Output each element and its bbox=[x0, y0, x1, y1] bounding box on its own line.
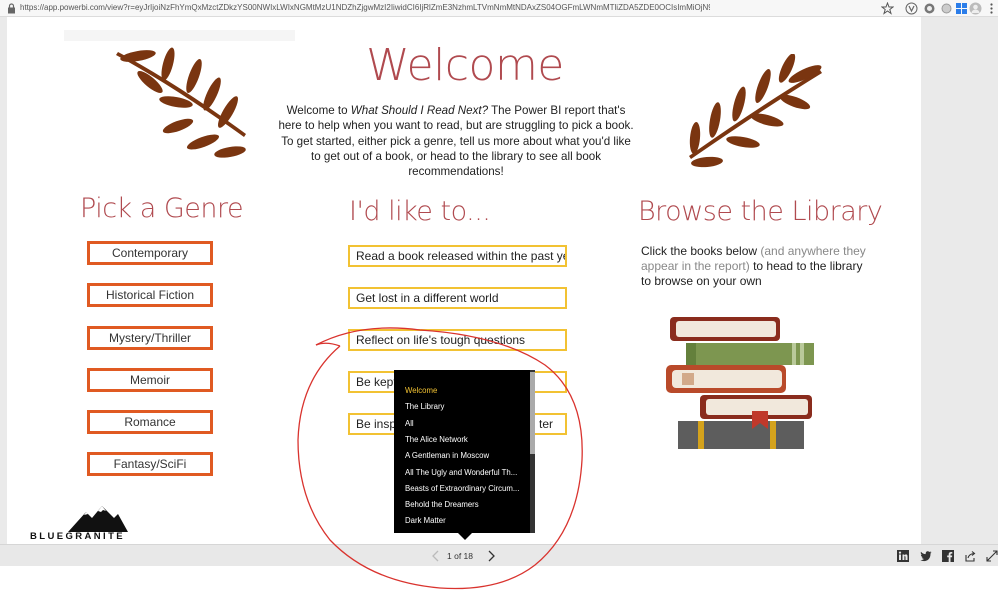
like-button-inspired-tail: ter bbox=[539, 417, 554, 431]
popup-page-item[interactable]: A Gentleman in Moscow bbox=[405, 451, 523, 460]
extension-dot-icon[interactable] bbox=[940, 2, 953, 15]
page-indicator[interactable]: 1 of 18 bbox=[447, 551, 473, 561]
popup-scrollbar-thumb[interactable] bbox=[530, 372, 535, 454]
fullscreen-icon[interactable] bbox=[986, 550, 998, 562]
right-margin bbox=[921, 17, 998, 544]
screen: https://app.powerbi.com/view?r=eyJrIjoiN… bbox=[0, 0, 998, 591]
library-description: Click the books below (and anywhere they… bbox=[641, 244, 871, 289]
more-menu-icon[interactable] bbox=[985, 2, 998, 15]
header-strip bbox=[64, 30, 295, 41]
brand-name: BLUEGRANITE bbox=[30, 531, 126, 542]
browse-library-title: Browse the Library bbox=[638, 196, 883, 227]
browser-address-bar: https://app.powerbi.com/view?r=eyJrIjoiN… bbox=[0, 0, 998, 17]
book-stack-icon[interactable] bbox=[664, 315, 816, 453]
like-to-title: I'd like to... bbox=[349, 196, 491, 227]
genre-button-fantasy-scifi[interactable]: Fantasy/SciFi bbox=[87, 452, 213, 476]
like-button-inspired-label: Be inspi bbox=[356, 417, 399, 431]
url-text[interactable]: https://app.powerbi.com/view?r=eyJrIjoiN… bbox=[20, 3, 710, 12]
windows-icon[interactable] bbox=[955, 2, 968, 15]
popup-page-item[interactable]: Beasts of Extraordinary Circum... bbox=[405, 484, 523, 493]
popup-page-item[interactable]: Welcome bbox=[405, 386, 523, 395]
branch-right-icon bbox=[689, 54, 822, 168]
extension-circle-icon[interactable] bbox=[923, 2, 936, 15]
mountain-logo-icon bbox=[68, 506, 128, 532]
twitter-icon[interactable] bbox=[920, 550, 932, 562]
lock-icon bbox=[8, 3, 15, 14]
page-list-popup: Welcome The Library All The Alice Network A … bbox=[394, 370, 535, 533]
like-button-recent-release[interactable]: Read a book released within the past yea… bbox=[348, 245, 567, 267]
facebook-icon[interactable] bbox=[942, 550, 954, 562]
popup-page-item[interactable]: The Alice Network bbox=[405, 435, 523, 444]
page-navigation-bar: 1 of 18 bbox=[0, 544, 998, 566]
linkedin-icon[interactable] bbox=[897, 550, 909, 562]
popup-page-item[interactable]: Behold the Dreamers bbox=[405, 500, 523, 509]
profile-icon[interactable] bbox=[969, 2, 982, 15]
popup-page-item[interactable]: The Library bbox=[405, 402, 523, 411]
like-button-tough-questions[interactable]: Reflect on life's tough questions bbox=[348, 329, 567, 351]
like-button-different-world[interactable]: Get lost in a different world bbox=[348, 287, 567, 309]
genre-button-mystery-thriller[interactable]: Mystery/Thriller bbox=[87, 326, 213, 350]
extension-v-icon[interactable] bbox=[905, 2, 918, 15]
popup-page-item[interactable]: Dark Matter bbox=[405, 516, 523, 525]
genre-button-memoir[interactable]: Memoir bbox=[87, 368, 213, 392]
left-margin bbox=[0, 17, 7, 544]
intro-prefix: Welcome to bbox=[286, 104, 351, 117]
intro-text: Welcome to What Should I Read Next? The … bbox=[277, 103, 635, 179]
intro-report-name: What Should I Read Next? bbox=[350, 104, 489, 117]
pick-genre-title: Pick a Genre bbox=[80, 193, 244, 224]
share-icon[interactable] bbox=[964, 550, 976, 562]
welcome-title: Welcome bbox=[366, 40, 564, 91]
genre-button-historical-fiction[interactable]: Historical Fiction bbox=[87, 283, 213, 307]
genre-button-contemporary[interactable]: Contemporary bbox=[87, 241, 213, 265]
branch-left-icon bbox=[116, 47, 246, 158]
popup-pointer bbox=[458, 533, 472, 540]
library-desc-a: Click the books below bbox=[641, 244, 761, 258]
popup-page-item[interactable]: All bbox=[405, 419, 523, 428]
chevron-left-icon[interactable] bbox=[431, 550, 441, 562]
star-icon[interactable] bbox=[881, 2, 894, 15]
popup-page-item[interactable]: All The Ugly and Wonderful Th... bbox=[405, 468, 523, 477]
chevron-right-icon[interactable] bbox=[486, 550, 496, 562]
genre-button-romance[interactable]: Romance bbox=[87, 410, 213, 434]
